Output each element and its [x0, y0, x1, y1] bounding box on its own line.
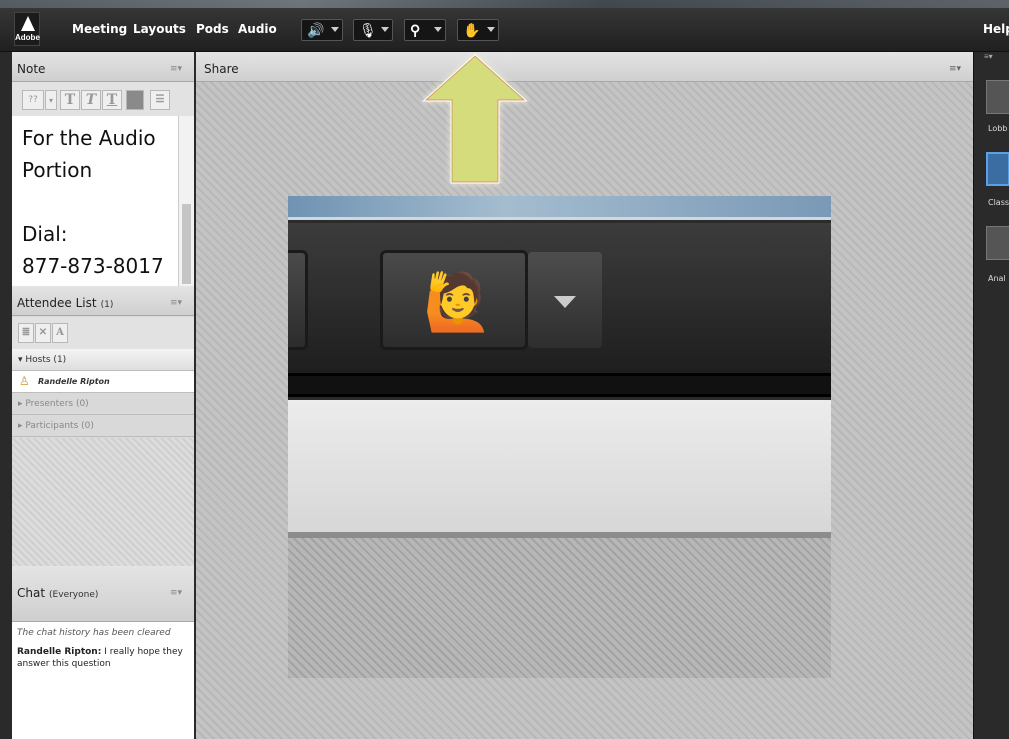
sort-icon[interactable]: A	[52, 323, 68, 343]
chevron-down-icon	[331, 27, 339, 32]
shared-sky-band	[288, 196, 831, 220]
chat-pod-title: Chat	[17, 586, 46, 600]
menu-help[interactable]: Help	[983, 22, 1009, 36]
group-participants[interactable]: ▸ Participants (0)	[12, 415, 194, 437]
shared-partial-button	[288, 250, 308, 350]
chat-cleared-notice: The chat history has been cleared	[17, 628, 171, 638]
chevron-down-icon[interactable]: ▾	[45, 90, 57, 110]
webcam-icon: ⚲	[410, 22, 421, 38]
menu-pods[interactable]: Pods	[196, 22, 229, 36]
text-color-icon[interactable]	[126, 90, 144, 110]
font-size-select[interactable]: ??	[22, 90, 44, 110]
note-line: Dial:	[22, 222, 68, 246]
chevron-down-icon	[381, 27, 389, 32]
group-label: Presenters (0)	[25, 399, 89, 409]
share-pod-header: Share ≡▾	[196, 52, 973, 82]
chat-history: The chat history has been cleared Randel…	[12, 622, 194, 739]
group-label: Participants (0)	[25, 421, 94, 431]
note-line: Portion	[22, 158, 93, 182]
host-avatar-icon: ♙	[19, 374, 30, 388]
arrow-shape	[422, 53, 528, 184]
group-presenters[interactable]: ▸ Presenters (0)	[12, 393, 194, 415]
application-menubar: Adobe Meeting Layouts Pods Audio 🔊 🎙 ⚲ ✋…	[0, 0, 1009, 52]
pod-options-icon[interactable]: ≡▾	[170, 298, 182, 308]
panel-options-icon[interactable]: ≡▾	[984, 52, 993, 61]
note-content[interactable]: For the Audio Portion Dial: 877-873-8017	[12, 116, 178, 286]
chevron-down-icon	[487, 27, 495, 32]
adobe-logo: Adobe	[14, 12, 40, 46]
scrollbar-thumb[interactable]	[182, 204, 191, 284]
note-pod-header: Note ≡▾	[12, 52, 194, 82]
raise-hand-icon: 🙋	[423, 270, 493, 333]
layout-label: Anal	[988, 274, 1006, 283]
underline-icon[interactable]: T	[102, 90, 122, 110]
attendee-toolbar: ≣ ✕ A	[12, 317, 194, 349]
chat-sender: Randelle Ripton:	[17, 647, 102, 657]
pod-options-icon[interactable]: ≡▾	[170, 588, 182, 598]
shared-screenshot-reflection	[288, 538, 831, 678]
layout-label: Lobb	[988, 124, 1008, 133]
layout-thumbnail-analysis[interactable]	[986, 226, 1009, 260]
breakout-icon[interactable]: ✕	[35, 323, 51, 343]
shared-dark-bar	[288, 373, 831, 397]
menu-layouts[interactable]: Layouts	[133, 22, 186, 36]
left-pod-column: Note ≡▾ ?? ▾ T T T ☰ For the Audio Porti…	[12, 52, 194, 739]
note-line: 877-873-8017	[22, 254, 164, 278]
speaker-button[interactable]: 🔊	[301, 19, 343, 41]
attendee-list-empty-area	[12, 438, 194, 566]
note-line: For the Audio	[22, 126, 156, 150]
raise-hand-icon: ✋	[463, 22, 481, 38]
menu-meeting[interactable]: Meeting	[72, 22, 127, 36]
list-view-icon[interactable]: ≣	[18, 323, 34, 343]
shared-screenshot-zoom: 🙋	[288, 196, 831, 538]
title-stripe	[0, 0, 1009, 8]
attendee-count: (1)	[100, 300, 114, 310]
layout-thumbnail-lobby[interactable]	[986, 80, 1009, 114]
speaker-icon: 🔊	[307, 22, 325, 38]
shared-chevron-down-icon	[528, 252, 602, 348]
pod-options-icon[interactable]: ≡▾	[170, 64, 182, 74]
attendee-pod-header: Attendee List (1) ≡▾	[12, 286, 194, 316]
pod-options-icon[interactable]: ≡▾	[949, 64, 961, 74]
layouts-panel: ≡▾ Lobb Class Anal	[973, 52, 1009, 739]
chevron-down-icon	[434, 27, 442, 32]
share-pod-title: Share	[204, 62, 239, 76]
share-pod: Share ≡▾ 🙋	[196, 52, 973, 739]
menu-audio[interactable]: Audio	[238, 22, 277, 36]
pointer-arrow-icon	[422, 53, 528, 184]
note-pod-title: Note	[17, 62, 46, 76]
group-hosts[interactable]: ▾ Hosts (1)	[12, 349, 194, 371]
chat-scope: (Everyone)	[49, 590, 99, 600]
microphone-button[interactable]: 🎙	[353, 19, 393, 41]
layout-label: Class	[988, 198, 1009, 207]
note-line	[22, 186, 178, 218]
note-toolbar: ?? ▾ T T T ☰	[12, 82, 194, 116]
italic-icon[interactable]: T	[81, 90, 101, 110]
bullet-list-icon[interactable]: ☰	[150, 90, 170, 110]
attendee-host[interactable]: ♙ Randelle Ripton	[12, 371, 194, 393]
attendee-name: Randelle Ripton	[38, 377, 110, 386]
microphone-icon: 🎙	[359, 22, 377, 38]
chat-pod-header: Chat (Everyone) ≡▾	[12, 566, 194, 622]
shared-light-panel	[288, 400, 831, 538]
raise-hand-button[interactable]: ✋	[457, 19, 499, 41]
chat-message: Randelle Ripton: I really hope they answ…	[17, 646, 189, 670]
note-scrollbar[interactable]	[178, 116, 194, 286]
group-label: Hosts (1)	[25, 355, 67, 365]
layout-thumbnail-classroom[interactable]	[986, 152, 1009, 186]
bold-icon[interactable]: T	[60, 90, 80, 110]
webcam-button[interactable]: ⚲	[404, 19, 446, 41]
attendee-pod-title: Attendee List	[17, 296, 97, 310]
